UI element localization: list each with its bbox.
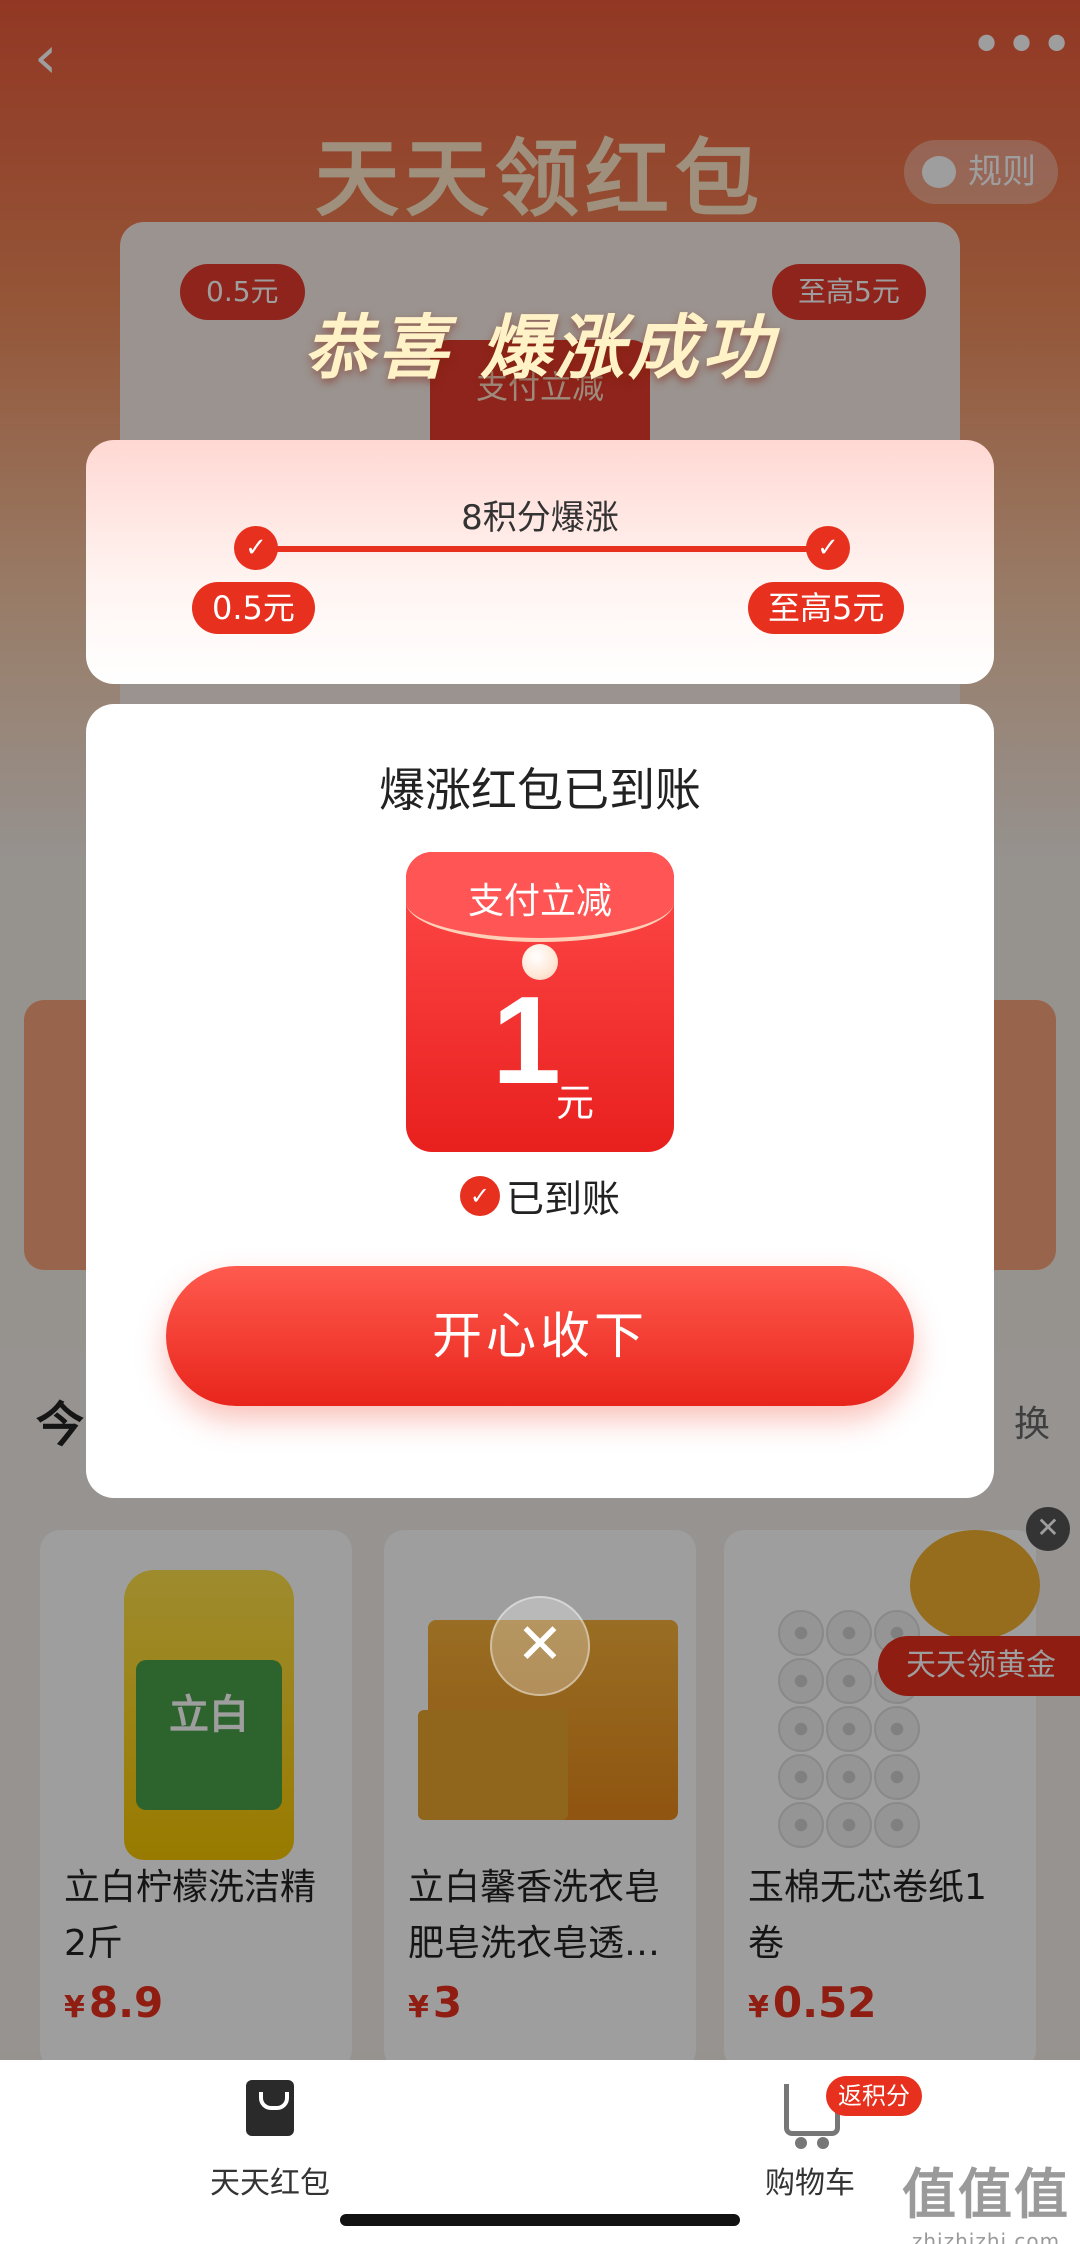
modal-close-button[interactable]: ✕: [490, 1596, 590, 1696]
watermark-url: zhizhizhi.com: [911, 2229, 1061, 2244]
red-envelope: 支付立减 1 元: [406, 852, 674, 1152]
close-icon: ✕: [516, 1612, 564, 1677]
envelope-unit: 元: [556, 1081, 595, 1125]
tab-daily-red-packet[interactable]: 天天红包: [150, 2080, 390, 2201]
progress-start-pill: 0.5元: [192, 582, 315, 634]
bag-icon: [246, 2080, 294, 2136]
home-indicator[interactable]: [340, 2214, 740, 2226]
cart-badge: 返积分: [826, 2076, 922, 2116]
reward-title: 爆涨红包已到账: [379, 763, 701, 817]
watermark: 值值值 zhizhizhi.com: [902, 2150, 1070, 2244]
reward-card: 爆涨红包已到账 支付立减 1 元 ✓ 已到账 开心收下: [86, 704, 994, 1498]
progress-label: 8积分爆涨: [461, 498, 619, 538]
check-icon: ✓: [234, 526, 278, 570]
progress-end-pill: 至高5元: [748, 582, 905, 634]
progress-card: 8积分爆涨 ✓ ✓ 0.5元 至高5元: [86, 440, 994, 684]
watermark-logo: 值值值: [902, 2163, 1070, 2226]
accept-button[interactable]: 开心收下: [166, 1266, 914, 1406]
tab-shopping-cart[interactable]: 返积分 购物车: [690, 2076, 930, 2201]
envelope-amount: 1: [492, 972, 561, 1110]
tab-label: 天天红包: [210, 2166, 330, 2201]
check-circle-icon: ✓: [459, 1175, 500, 1216]
check-icon: ✓: [806, 526, 850, 570]
arrival-status-text: 已到账: [505, 1177, 620, 1221]
envelope-label: 支付立减: [467, 881, 612, 922]
modal-headline: 恭喜 爆涨成功: [303, 306, 777, 389]
tab-label: 购物车: [765, 2166, 855, 2201]
progress-line: [254, 546, 830, 552]
arrival-status: ✓ 已到账: [86, 1168, 994, 1223]
